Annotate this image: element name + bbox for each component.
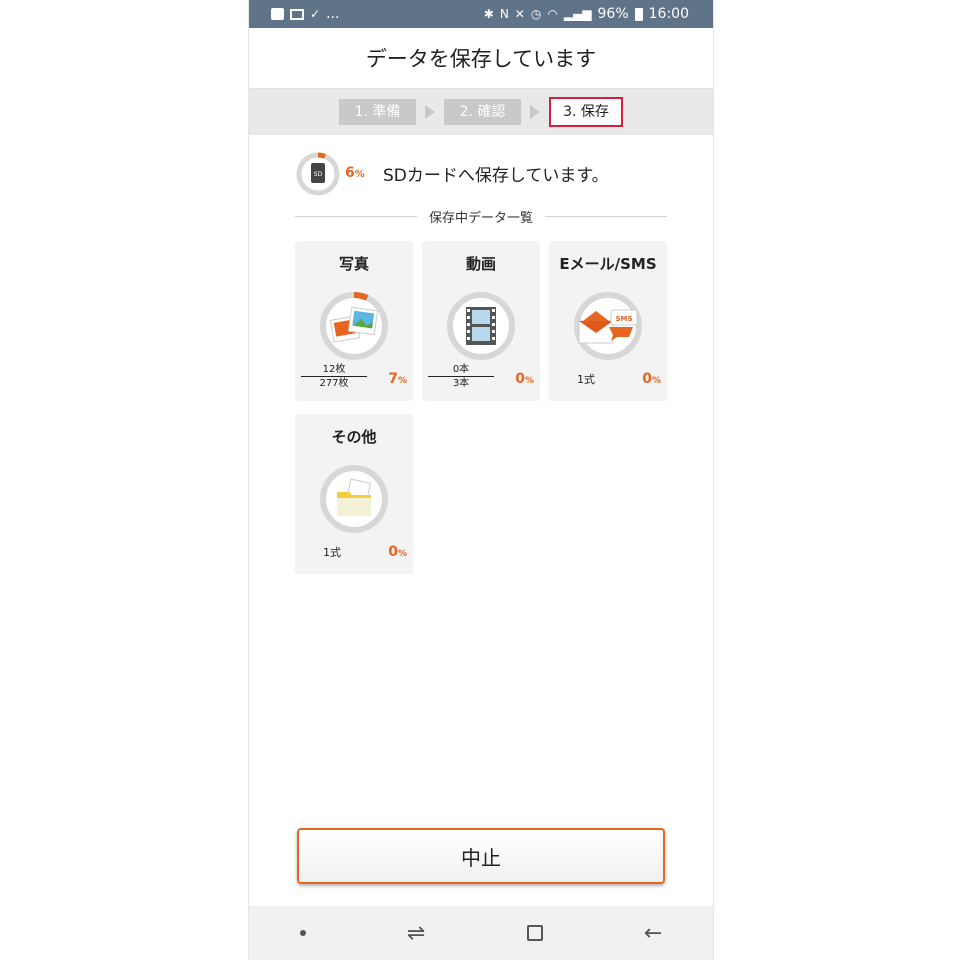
card-title: その他 [331,428,377,446]
card-count: 1式 [577,373,595,386]
step-arrow-icon [425,105,435,119]
card-percent: 0% [515,371,534,387]
wifi-icon: ◠ [547,7,558,21]
card-count: 0本 3本 [428,363,494,390]
cancel-button[interactable]: 中止 [297,828,665,884]
mute-icon: ✕ [514,7,525,21]
section-divider: 保存中データ一覧 [295,207,667,227]
card-count: 12枚 277枚 [301,363,367,390]
nfc-icon: N [499,7,509,21]
notification-app-icon [271,8,284,20]
battery-percent: 96% [597,6,629,22]
card-progress-ring: SMS [574,292,642,360]
step-indicator: 1. 準備 2. 確認 3. 保存 [249,89,713,135]
dot-icon[interactable] [299,930,306,936]
navigation-bar: ⇌ ← [249,906,713,960]
card-title: Eメール/SMS [559,255,657,273]
card-percent: 7% [388,371,407,387]
progress-message: SDカードへ保存しています。 [383,166,609,186]
overall-percent: 6% [345,165,365,181]
bluetooth-icon: ✱ [483,7,494,21]
section-label: 保存中データ一覧 [416,207,546,226]
signal-icon: ▂▄▆ [563,7,592,21]
task-notification-icon: ✓ [310,7,321,21]
card-percent: 0% [642,371,661,387]
page-title: データを保存しています [249,28,713,89]
step-save-active: 3. 保存 [549,97,623,127]
film-icon [466,307,496,345]
card-count: 1式 [323,546,341,559]
card-progress-ring [320,465,388,533]
card-videos: 動画 0本 3本 0% [422,241,540,401]
step-prepare: 1. 準備 [339,99,416,125]
back-icon[interactable]: ← [644,921,662,946]
card-other: その他 1式 0% [295,414,413,574]
status-bar: ✓ ... ✱ N ✕ ◷ ◠ ▂▄▆ 96% 16:00 [249,0,713,28]
alarm-icon: ◷ [530,7,542,21]
home-icon[interactable] [526,925,543,941]
step-arrow-icon [530,105,540,119]
step-confirm: 2. 確認 [444,99,521,125]
sms-label: SMS [615,315,632,323]
card-email-sms: Eメール/SMS SMS 1式 0% [549,241,667,401]
more-notifications: ... [326,6,340,22]
image-notification-icon [290,8,304,20]
card-title: 写真 [338,255,369,273]
phone-screen: ✓ ... ✱ N ✕ ◷ ◠ ▂▄▆ 96% 16:00 データを保存していま… [248,0,714,960]
overall-progress: SD 6% SDカードへ保存しています。 [249,135,713,207]
recent-apps-icon[interactable]: ⇌ [407,921,425,946]
card-progress-ring [447,292,515,360]
clock: 16:00 [648,6,689,22]
card-title: 動画 [465,255,496,273]
card-progress-ring [320,292,388,360]
card-percent: 0% [388,544,407,560]
card-photos: 写真 12枚 277枚 7% [295,241,413,401]
battery-icon [634,7,643,21]
sd-card-label: SD [314,171,323,178]
overall-progress-ring: SD [296,152,340,196]
